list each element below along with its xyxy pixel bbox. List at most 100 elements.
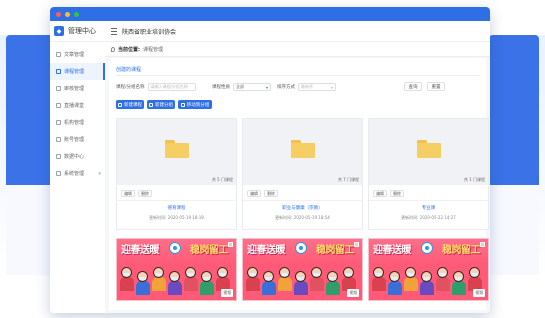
sidebar-item-courses[interactable]: 课程管理 [50,63,105,80]
article-icon [56,52,61,57]
person-figure [326,281,340,295]
sidebar-item-orgs[interactable]: 机构管理 [50,114,105,131]
breadcrumb: 当前位置: 课程管理 [105,42,490,57]
chevron-down-icon: ▾ [265,84,268,90]
card-title[interactable]: 德育课程 [117,205,236,211]
type-filter: 课程性质 全部 ▾ [212,83,271,91]
emblem-icon [169,242,181,254]
move-to-group-button[interactable]: 移动到分组 [178,100,212,109]
video-badge: 视频 [347,289,359,297]
person-figure [294,281,308,295]
face-mask [219,273,226,276]
promo-text-right: 稳岗留工 [190,245,229,256]
card-thumbnail: 共 7 门课程 [243,119,362,185]
select-checkbox[interactable] [480,242,485,247]
sidebar-item-system[interactable]: 系统管理 ▾ [50,165,105,182]
window-titlebar [50,7,490,21]
audit-icon [56,86,61,91]
person-figure [388,281,402,295]
reset-button[interactable]: 重置 [427,82,445,91]
breadcrumb-current[interactable]: 课程管理 [143,46,163,53]
sidebar-item-live[interactable]: 直播课堂 [50,97,105,114]
sidebar-nav: 文章管理 课程管理 审核管理 直播课堂 机构管理 账号管理 数据中心 系统管理 ▾ [50,42,105,182]
panel-divider [116,75,479,76]
face-mask [297,277,304,280]
course-group-card[interactable]: 共 5 门课程 编辑 删除 德育课程 更新时间: 2020-05-19 18:1… [116,118,237,230]
type-filter-label: 课程性质 [212,85,230,90]
promo-people-illustration [243,265,362,300]
person-figure [436,277,450,291]
course-video-card[interactable]: 迎春送暖 稳岗留工 视频 [242,238,363,301]
delete-button[interactable]: 删除 [138,190,152,197]
promo-text-left: 迎春送暖 [247,245,286,256]
person-figure [452,281,466,295]
person-figure [168,281,182,295]
face-mask [281,273,288,276]
type-filter-select[interactable]: 全部 ▾ [233,83,271,91]
org-icon [56,120,61,125]
main-area: 陕西省职业培训协会 当前位置: 课程管理 创建的课程 课程/分组名称 请输入课程… [105,21,490,313]
person-figure [262,281,276,295]
card-thumbnail: 共 1 门课程 [369,119,488,185]
card-updated-time: 更新时间: 2020-05-19 18:54 [275,215,330,220]
account-icon [56,137,61,142]
face-mask [455,277,462,280]
delete-button[interactable]: 删除 [264,190,278,197]
sidebar-item-articles[interactable]: 文章管理 [50,46,105,63]
maximize-window-dot[interactable] [74,11,79,17]
face-mask [249,273,256,276]
person-figure [200,281,214,295]
course-video-card[interactable]: 迎春送暖 稳岗留工 视频 [116,238,237,301]
sidebar-item-audit[interactable]: 审核管理 [50,80,105,97]
face-mask [345,273,352,276]
sidebar-item-accounts[interactable]: 账号管理 [50,131,105,148]
course-icon [56,69,61,74]
person-figure [404,277,418,291]
edit-button[interactable]: 编辑 [373,190,387,197]
course-count: 共 7 门课程 [337,177,359,182]
select-checkbox[interactable] [228,242,233,247]
person-figure [310,277,324,291]
face-mask [203,277,210,280]
card-title[interactable]: 专业课 [369,205,488,211]
course-count: 共 5 门课程 [211,177,233,182]
face-mask [471,273,478,276]
course-group-card[interactable]: 共 1 门课程 编辑 删除 专业课 更新时间: 2020-05-22 14:27 [368,118,489,230]
breadcrumb-prefix: 当前位置: [118,46,140,53]
emblem-icon [421,242,433,254]
face-mask [313,273,320,276]
close-window-dot[interactable] [56,11,61,17]
delete-button[interactable]: 删除 [390,190,404,197]
course-video-card[interactable]: 迎春送暖 稳岗留工 视频 [368,238,489,301]
sidebar-item-data[interactable]: 数据中心 [50,148,105,165]
person-figure [246,277,260,291]
face-mask [407,273,414,276]
course-group-card[interactable]: 共 7 门课程 编辑 删除 职业与健康（宗教） 更新时间: 2020-05-19… [242,118,363,230]
name-filter-input[interactable]: 请输入课程/分组名称 [147,83,196,91]
panel-title[interactable]: 创建的课程 [116,66,141,73]
new-group-button[interactable]: 新建分组 [147,100,175,109]
plus-icon [149,102,153,107]
person-figure [278,277,292,291]
face-mask [375,273,382,276]
video-badge: 视频 [473,289,485,297]
select-checkbox[interactable] [354,242,359,247]
edit-button[interactable]: 编辑 [121,190,135,197]
promo-text-right: 稳岗留工 [442,245,481,256]
data-icon [56,154,61,159]
minimize-window-dot[interactable] [65,11,70,17]
promo-people-illustration [369,265,488,300]
app-title: 管理中心 [68,27,96,35]
chevron-down-icon: ▾ [98,170,101,177]
card-title[interactable]: 职业与健康（宗教） [243,205,362,211]
edit-button[interactable]: 编辑 [247,190,261,197]
emblem-icon [295,242,307,254]
location-pin-icon [111,46,115,52]
search-button[interactable]: 查询 [404,82,422,91]
name-filter: 课程/分组名称 请输入课程/分组名称 [116,83,196,91]
sort-filter-label: 排序方式 [277,85,295,90]
sort-filter-select[interactable]: 最新序 ▾ [298,83,336,91]
new-course-button[interactable]: 新建课程 [116,100,144,109]
card-updated-time: 更新时间: 2020-05-19 18:18 [149,215,204,220]
menu-toggle-icon[interactable] [111,27,117,35]
